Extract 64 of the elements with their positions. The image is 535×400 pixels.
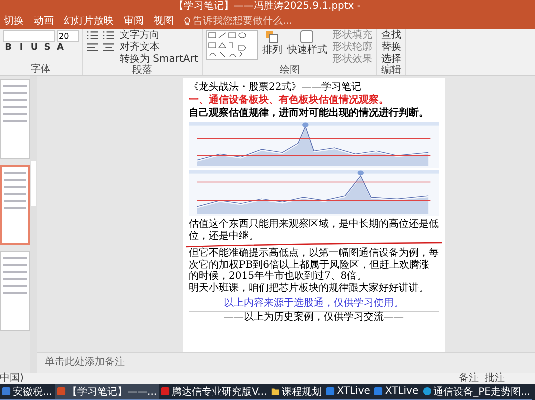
slide-thumbnail[interactable] bbox=[0, 79, 30, 159]
body-paragraph: 但它不能准确提示高低点，以第一幅图通信设备为例，每次它的加权PB到6倍以上都属于风险区，但赶上欢腾涨的时候，2015年牛市也吹到过7、8倍。 bbox=[189, 248, 439, 282]
taskbar-item[interactable]: XTLive bbox=[372, 384, 421, 400]
app-icon bbox=[326, 387, 336, 396]
ribbon-button[interactable]: 文字方向 bbox=[119, 30, 200, 41]
ribbon-tab[interactable]: 动画 bbox=[30, 15, 58, 28]
notes-field[interactable]: 单击此处添加备注 bbox=[37, 352, 535, 373]
ribbon-tab[interactable]: 审阅 bbox=[120, 15, 148, 28]
app-icon bbox=[374, 387, 384, 396]
align-center-icon[interactable] bbox=[102, 42, 116, 53]
app-icon bbox=[161, 387, 170, 396]
scrollbar[interactable] bbox=[30, 76, 37, 373]
group-label: 编辑 bbox=[381, 65, 402, 76]
app-icon bbox=[56, 387, 66, 396]
format-button[interactable]: A bbox=[55, 43, 66, 54]
ribbon-tab[interactable]: 幻灯片放映 bbox=[60, 15, 118, 28]
window-title: 【学习笔记】——冯胜涛2025.9.1.pptx - bbox=[174, 1, 362, 13]
language-status: 中国) bbox=[0, 373, 24, 384]
body-paragraph: 估值这个东西只能用来观察区域，是中长期的高位还是低位，还是中继。 bbox=[189, 219, 439, 242]
align-left-icon[interactable] bbox=[86, 42, 100, 53]
app-icon bbox=[422, 387, 432, 396]
format-button[interactable]: U bbox=[29, 43, 40, 54]
quick-styles-icon bbox=[300, 30, 314, 44]
status-button[interactable]: 备注 bbox=[459, 373, 479, 384]
taskbar-item[interactable]: 【学习笔记】——... bbox=[54, 384, 160, 400]
slide-subheading: 自己观察估值规律，进而对可能出现的情况进行判断。 bbox=[189, 108, 430, 120]
numbering-icon[interactable] bbox=[102, 30, 116, 41]
ribbon-button[interactable]: 转换为 SmartArt bbox=[119, 54, 200, 65]
source-note: 以上内容来源于选股通，仅供学习使用。 bbox=[223, 298, 405, 310]
format-button[interactable]: B bbox=[3, 43, 14, 54]
taskbar-item[interactable]: 安徽税... bbox=[0, 384, 55, 400]
edit-button[interactable]: 查找 bbox=[380, 30, 402, 41]
tell-me-field[interactable]: 告诉我您想要做什么... bbox=[184, 16, 323, 27]
taskbar-item[interactable]: 课程规划 bbox=[269, 384, 324, 400]
edit-button[interactable]: 替换 bbox=[380, 42, 402, 53]
taskbar-item[interactable]: 通信设备_PE走势图... bbox=[420, 384, 532, 400]
taskbar-item[interactable]: XTLive bbox=[324, 384, 372, 400]
group-label: 绘图 bbox=[280, 65, 300, 76]
folder-icon bbox=[271, 387, 280, 396]
lightbulb-icon bbox=[184, 17, 191, 26]
ribbon-button[interactable]: 对齐文本 bbox=[119, 42, 200, 53]
font-size-field[interactable]: 20 bbox=[57, 30, 79, 42]
quick-styles-button[interactable]: 快速样式 bbox=[286, 45, 328, 56]
slide-thumbnail[interactable] bbox=[0, 251, 30, 331]
format-button[interactable]: S bbox=[42, 43, 53, 54]
group-label: 字体 bbox=[31, 64, 51, 75]
slide-footer: ——以上为历史案例，仅供学习交流—— bbox=[189, 311, 439, 324]
shapes-gallery[interactable] bbox=[206, 30, 258, 60]
taskbar-item[interactable]: 腾达信专业研究版V... bbox=[159, 384, 270, 400]
slide-thumbnail[interactable] bbox=[0, 165, 30, 245]
body-paragraph: 明天小班课，咱们把芯片板块的规律跟大家好好讲讲。 bbox=[189, 282, 430, 294]
arrange-icon bbox=[265, 30, 280, 44]
app-icon bbox=[2, 387, 11, 396]
ribbon-tab[interactable]: 切换 bbox=[0, 15, 28, 28]
format-button[interactable]: I bbox=[16, 43, 27, 54]
group-label: 段落 bbox=[132, 65, 153, 76]
slide-title: 《龙头战法・股票22式》——学习笔记 bbox=[189, 82, 363, 94]
slide-heading: 一、通信设备板块、有色板块估值情况观察。 bbox=[189, 95, 390, 107]
arrange-button[interactable]: 排列 bbox=[261, 45, 284, 56]
bullets-icon[interactable] bbox=[86, 30, 100, 41]
edit-button[interactable]: 选择 bbox=[380, 54, 402, 65]
font-name-field[interactable] bbox=[3, 30, 55, 42]
ribbon-tab[interactable]: 视图 bbox=[150, 15, 178, 28]
status-button[interactable]: 批注 bbox=[485, 373, 505, 384]
